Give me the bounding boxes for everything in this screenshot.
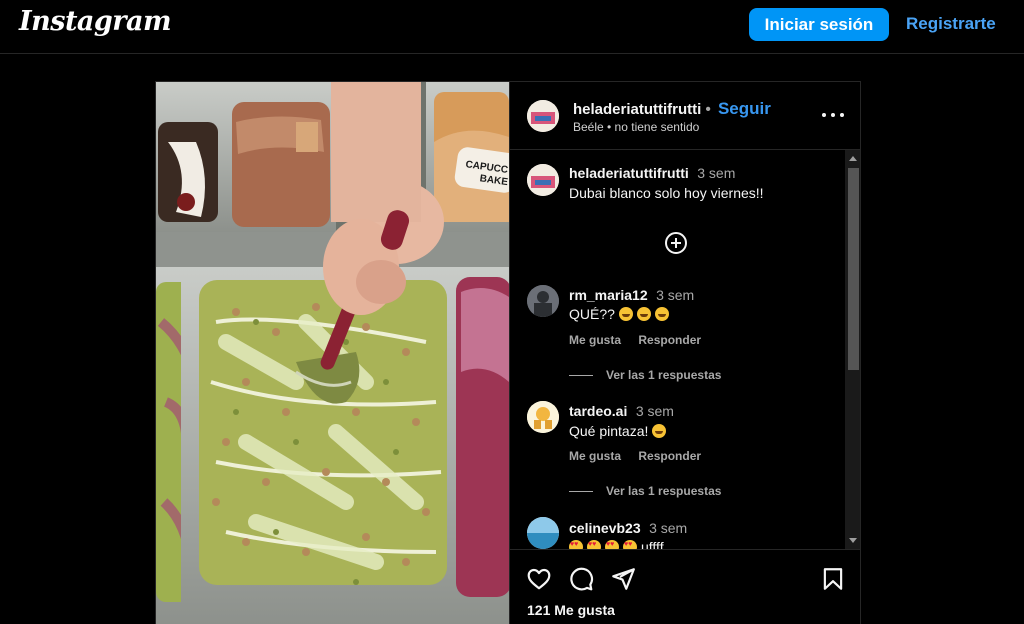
comment-text: QUÉ?? [569, 306, 673, 322]
comment-text: Qué pintaza! [569, 423, 670, 439]
view-replies-button[interactable]: Ver las 1 respuestas [569, 484, 721, 498]
comment-header: celinevb23 3 sem [569, 520, 687, 538]
commenter-avatar[interactable] [527, 517, 559, 549]
replies-line [569, 491, 593, 493]
comments-scrollbar[interactable] [845, 150, 860, 549]
comment-username[interactable]: tardeo.ai [569, 403, 627, 419]
comment-actions: Me gusta Responder [569, 449, 715, 463]
caption-text: Dubai blanco solo hoy viernes!! [569, 185, 764, 201]
view-replies-label[interactable]: Ver las 1 respuestas [606, 484, 721, 498]
comment-time[interactable]: 3 sem [649, 520, 687, 536]
post-actions: 121 Me gusta [510, 549, 860, 624]
header-username[interactable]: heladeriatuttifrutti [573, 101, 701, 118]
comment-reply-button[interactable]: Responder [638, 333, 701, 347]
grin-emoji-icon [618, 307, 633, 321]
comment-body: Qué pintaza! [569, 423, 653, 439]
top-nav: Instagram Iniciar sesión Registrarte [0, 0, 1024, 54]
comment-time[interactable]: 3 sem [636, 403, 674, 419]
post-card: CAPUCC BAKE heladeriatuttifrutti • Segui… [155, 81, 861, 624]
scroll-up-icon[interactable] [849, 156, 857, 161]
view-replies-label[interactable]: Ver las 1 respuestas [606, 368, 721, 382]
grin-emoji-icon [652, 424, 667, 438]
heart-icon[interactable] [526, 566, 552, 592]
share-icon[interactable] [610, 566, 636, 592]
register-link[interactable]: Registrarte [906, 14, 996, 34]
instagram-logo[interactable]: Instagram [19, 6, 172, 37]
post-image[interactable]: CAPUCC BAKE [156, 82, 509, 624]
ice-cream-photo: CAPUCC BAKE [156, 82, 509, 624]
comment-like-button[interactable]: Me gusta [569, 333, 621, 347]
login-button[interactable]: Iniciar sesión [749, 8, 889, 41]
grin-emoji-icon [654, 307, 669, 321]
comment-time[interactable]: 3 sem [656, 287, 694, 303]
comment-username[interactable]: rm_maria12 [569, 287, 648, 303]
caption-header: heladeriatuttifrutti 3 sem [569, 165, 735, 183]
post-side-panel: heladeriatuttifrutti • Seguir Beéle • no… [509, 82, 860, 624]
comments-panel[interactable]: heladeriatuttifrutti 3 sem Dubai blanco … [510, 150, 860, 549]
like-count[interactable]: 121 Me gusta [527, 602, 615, 618]
comment-header: rm_maria12 3 sem [569, 287, 694, 305]
comment-header: tardeo.ai 3 sem [569, 403, 674, 421]
heart-eyes-emoji-icon [569, 540, 583, 549]
comment-body: QUÉ?? [569, 306, 619, 322]
comment-reply-button[interactable]: Responder [638, 449, 701, 463]
grin-emoji-icon [636, 307, 651, 321]
caption-username[interactable]: heladeriatuttifrutti [569, 165, 689, 181]
follow-button[interactable]: Seguir [718, 99, 771, 118]
separator-dot: • [705, 101, 711, 118]
add-circle-icon[interactable] [665, 232, 687, 254]
caption-avatar[interactable] [527, 164, 559, 196]
bookmark-icon[interactable] [820, 566, 846, 592]
author-avatar[interactable] [527, 100, 559, 132]
comment-body: uffff [641, 539, 664, 549]
commenter-avatar[interactable] [527, 401, 559, 433]
caption-time[interactable]: 3 sem [697, 165, 735, 181]
heart-eyes-emoji-icon [623, 540, 637, 549]
audio-info[interactable]: Beéle • no tiene sentido [573, 120, 699, 134]
comment-icon[interactable] [568, 566, 594, 592]
heart-eyes-emoji-icon [587, 540, 601, 549]
post-header: heladeriatuttifrutti • Seguir Beéle • no… [510, 82, 860, 150]
comment-text: uffff [569, 539, 664, 549]
comment-actions: Me gusta Responder [569, 333, 715, 347]
heart-eyes-emoji-icon [605, 540, 619, 549]
commenter-avatar[interactable] [527, 285, 559, 317]
view-replies-button[interactable]: Ver las 1 respuestas [569, 368, 721, 382]
scroll-thumb[interactable] [848, 168, 859, 370]
comment-username[interactable]: celinevb23 [569, 520, 641, 536]
replies-line [569, 375, 593, 377]
comment-like-button[interactable]: Me gusta [569, 449, 621, 463]
header-author: heladeriatuttifrutti • Seguir [573, 99, 771, 119]
scroll-down-icon[interactable] [849, 538, 857, 543]
more-options-icon[interactable] [822, 104, 844, 126]
